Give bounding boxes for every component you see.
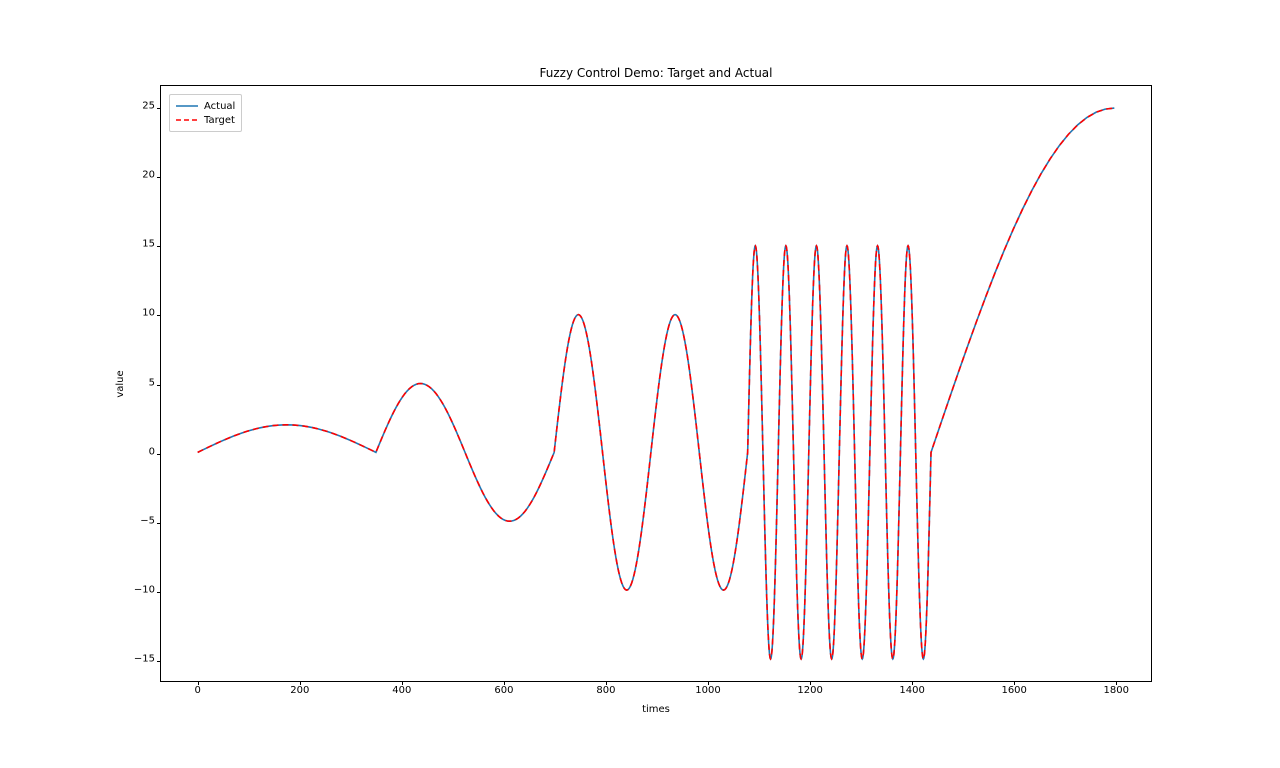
y-tick-label: 10 — [142, 308, 155, 319]
x-tick-label: 1600 — [1001, 685, 1026, 696]
plot-axes: Fuzzy Control Demo: Target and Actual ti… — [160, 85, 1152, 682]
y-tick-mark — [157, 592, 161, 593]
y-tick-label: 15 — [142, 239, 155, 250]
plot-canvas — [161, 86, 1151, 681]
y-tick-label: 0 — [149, 446, 155, 457]
y-tick-label: −15 — [134, 653, 155, 664]
legend-label-target: Target — [204, 115, 235, 126]
series-target — [198, 108, 1115, 659]
legend-entry-target: Target — [176, 113, 235, 127]
figure: Fuzzy Control Demo: Target and Actual ti… — [0, 0, 1280, 768]
x-tick-label: 1200 — [797, 685, 822, 696]
y-axis-label: value — [115, 370, 126, 397]
y-tick-mark — [157, 108, 161, 109]
y-tick-mark — [157, 315, 161, 316]
y-tick-mark — [157, 177, 161, 178]
legend-label-actual: Actual — [204, 101, 235, 112]
y-tick-mark — [157, 246, 161, 247]
y-tick-label: 5 — [149, 377, 155, 388]
x-tick-label: 0 — [195, 685, 201, 696]
legend-swatch-target — [176, 115, 198, 125]
y-tick-mark — [157, 661, 161, 662]
legend-swatch-actual — [176, 101, 198, 111]
y-tick-mark — [157, 385, 161, 386]
y-tick-mark — [157, 454, 161, 455]
y-tick-label: −10 — [134, 584, 155, 595]
y-tick-label: 25 — [142, 101, 155, 112]
x-tick-label: 800 — [596, 685, 615, 696]
y-tick-label: 20 — [142, 170, 155, 181]
x-tick-label: 600 — [494, 685, 513, 696]
x-tick-label: 200 — [290, 685, 309, 696]
x-tick-label: 1000 — [695, 685, 720, 696]
series-actual — [198, 108, 1115, 659]
x-tick-label: 400 — [392, 685, 411, 696]
y-tick-label: −5 — [140, 515, 155, 526]
x-tick-label: 1800 — [1104, 685, 1129, 696]
legend: Actual Target — [169, 94, 242, 132]
legend-entry-actual: Actual — [176, 99, 235, 113]
chart-title: Fuzzy Control Demo: Target and Actual — [161, 66, 1151, 80]
y-tick-mark — [157, 523, 161, 524]
x-axis-label: times — [161, 704, 1151, 715]
x-tick-label: 1400 — [899, 685, 924, 696]
